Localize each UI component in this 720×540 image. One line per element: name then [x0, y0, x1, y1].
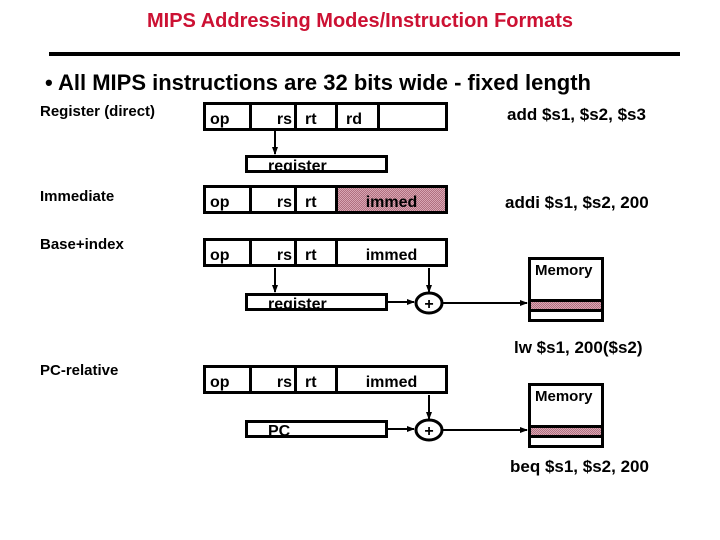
pc-adder-plus-icon: +	[424, 423, 433, 440]
connector-layer: + +	[272, 131, 528, 442]
adder-plus-icon: +	[424, 296, 433, 313]
